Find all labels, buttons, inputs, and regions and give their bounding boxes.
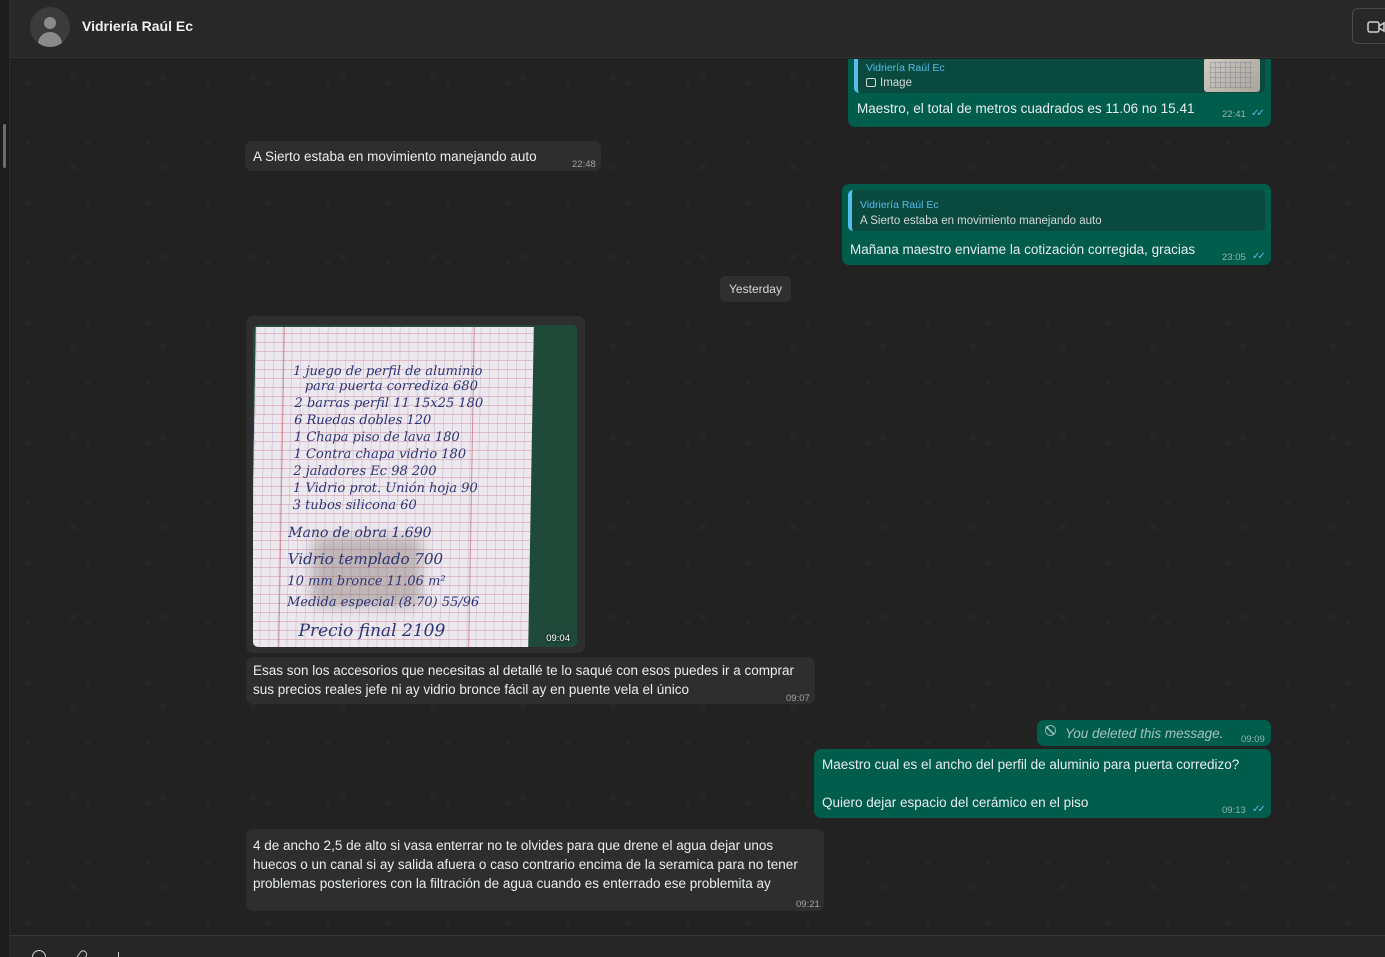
handwritten-line: 10 mm bronce 11.06 m²	[287, 574, 446, 589]
message-time: 09:09	[1241, 734, 1265, 745]
quoted-message[interactable]: Vidriería Raúl Ec Image	[854, 59, 1265, 93]
read-ticks-icon: ✓✓	[1252, 251, 1266, 262]
contact-name[interactable]: Vidriería Raúl Ec	[82, 18, 193, 34]
message-text-line: Esas son los accesorios que necesitas al…	[253, 663, 795, 678]
quoted-text-label: Image	[880, 77, 912, 89]
sticker-icon[interactable]	[118, 952, 122, 957]
message-text: A Sierto estaba en movimiento manejando …	[253, 149, 537, 164]
avatar[interactable]	[30, 7, 70, 47]
message-text: Maestro, el total de metros cuadrados es…	[857, 101, 1195, 116]
read-ticks-icon: ✓✓	[1252, 804, 1266, 815]
chat-header: Vidriería Raúl Ec	[10, 0, 1385, 58]
quoted-image-thumbnail	[1204, 59, 1260, 92]
read-ticks-icon: ✓✓	[1251, 108, 1265, 119]
avatar-body-shape	[38, 32, 62, 47]
message-incoming[interactable]: A Sierto estaba en movimiento manejando …	[245, 141, 601, 171]
image-icon	[866, 78, 876, 87]
handwritten-line: 3 tubos silicona 60	[292, 498, 417, 513]
deleted-message-text: You deleted this message.	[1065, 726, 1224, 741]
message-incoming[interactable]: Esas son los accesorios que necesitas al…	[246, 657, 815, 704]
message-text-line: Quiero dejar espacio del cerámico en el …	[822, 795, 1089, 810]
quoted-text: A Sierto estaba en movimiento manejando …	[860, 215, 1102, 227]
handwritten-line: Medida especial (8.70) 55/96	[286, 595, 480, 610]
left-nav-strip	[0, 0, 10, 957]
deleted-icon	[1045, 725, 1056, 736]
video-call-button[interactable]	[1352, 8, 1385, 44]
date-divider: Yesterday	[720, 276, 791, 302]
message-time: 09:13	[1222, 805, 1246, 816]
quoted-message[interactable]: Vidriería Raúl Ec A Sierto estaba en mov…	[848, 190, 1265, 231]
message-time: 22:41	[1222, 109, 1246, 120]
message-photo[interactable]: 1 juego de perfil de aluminio para puert…	[253, 325, 577, 647]
message-time: 23:05	[1222, 252, 1246, 263]
video-call-icon	[1367, 21, 1385, 33]
composer-bar	[10, 935, 1385, 957]
message-outgoing[interactable]: Vidriería Raúl Ec A Sierto estaba en mov…	[842, 184, 1271, 265]
message-list[interactable]: Vidriería Raúl Ec Image Maestro, el tota…	[10, 59, 1385, 935]
handwritten-line: Mano de obra 1.690	[288, 525, 432, 541]
message-time: 09:07	[786, 693, 810, 704]
handwritten-line: Vidrio templado 700	[287, 550, 444, 568]
handwritten-line: 1 Chapa piso de lava 180	[293, 430, 460, 445]
scroll-indicator	[3, 124, 6, 168]
message-outgoing[interactable]: Vidriería Raúl Ec Image Maestro, el tota…	[848, 59, 1271, 127]
message-outgoing[interactable]: Maestro cual es el ancho del perfil de a…	[814, 749, 1271, 818]
handwritten-line: 6 Ruedas dobles 120	[294, 413, 432, 428]
handwritten-line: 1 Vidrio prot. Unión hoja 90	[292, 481, 478, 496]
message-incoming[interactable]: 4 de ancho 2,5 de alto si vasa enterrar …	[246, 829, 824, 911]
notebook-page-photo: 1 juego de perfil de aluminio para puert…	[253, 327, 534, 647]
handwritten-line: 1 Contra chapa vidrio 180	[293, 447, 467, 462]
message-time: 09:04	[546, 633, 570, 644]
message-time: 22:48	[572, 159, 596, 170]
quoted-text: Image	[866, 74, 912, 93]
avatar-head-shape	[44, 17, 56, 29]
message-text-line: huecos o un canal si ay salida afuera o …	[253, 857, 798, 872]
message-text: Mañana maestro enviame la cotización cor…	[850, 242, 1196, 257]
message-text-line: sus precios reales jefe ni ay vidrio bro…	[253, 682, 689, 697]
message-time: 09:21	[796, 899, 820, 910]
handwritten-line: Precio final 2109	[298, 621, 446, 641]
attach-icon[interactable]	[75, 948, 89, 957]
message-outgoing-deleted[interactable]: You deleted this message. 09:09	[1037, 720, 1271, 746]
message-text-line: Maestro cual es el ancho del perfil de a…	[822, 757, 1240, 772]
handwritten-line: 1 juego de perfil de aluminio	[292, 364, 483, 379]
notebook-left-margin	[278, 327, 285, 647]
handwritten-line: 2 jaladores Ec 98 200	[293, 464, 437, 479]
message-text-line: problemas posteriores con la filtración …	[253, 876, 771, 891]
message-text-line: 4 de ancho 2,5 de alto si vasa enterrar …	[253, 838, 774, 853]
emoji-icon[interactable]	[32, 950, 46, 957]
handwritten-line: 2 barras perfil 11 15x25 180	[294, 396, 484, 411]
handwritten-line: para puerta corrediza 680	[304, 379, 479, 394]
